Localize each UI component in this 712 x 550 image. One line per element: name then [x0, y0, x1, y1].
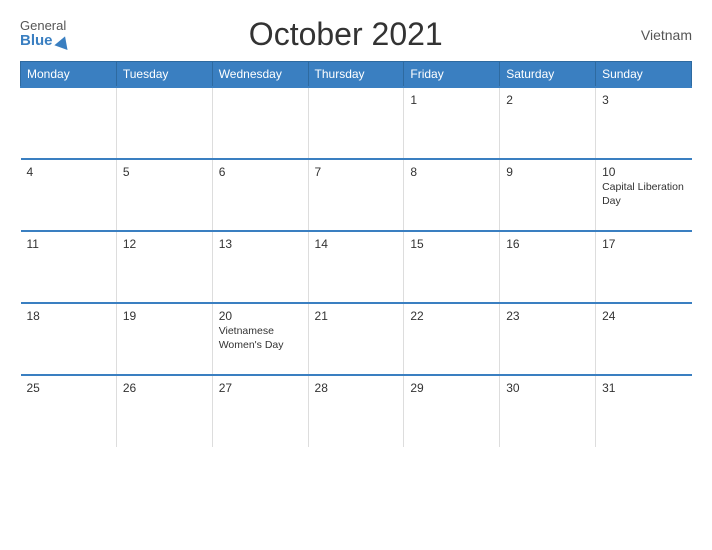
header: General Blue October 2021 Vietnam — [20, 16, 692, 53]
day-number: 11 — [27, 237, 110, 251]
table-row: 28 — [308, 375, 404, 447]
table-row: 20 Vietnamese Women's Day — [212, 303, 308, 375]
day-number: 10 — [602, 165, 685, 179]
day-number: 6 — [219, 165, 302, 179]
day-number: 2 — [506, 93, 589, 107]
day-header-monday: Monday — [21, 62, 117, 88]
calendar-page: General Blue October 2021 Vietnam Monday… — [0, 0, 712, 550]
day-number: 14 — [315, 237, 398, 251]
day-number: 7 — [315, 165, 398, 179]
day-number: 17 — [602, 237, 685, 251]
calendar-table: MondayTuesdayWednesdayThursdayFridaySatu… — [20, 61, 692, 447]
table-row: 2 — [500, 87, 596, 159]
table-row: 19 — [116, 303, 212, 375]
day-number: 1 — [410, 93, 493, 107]
event-label: Vietnamese Women's Day — [219, 325, 302, 352]
day-number: 22 — [410, 309, 493, 323]
table-row: 21 — [308, 303, 404, 375]
day-header-friday: Friday — [404, 62, 500, 88]
table-row: 11 — [21, 231, 117, 303]
day-number: 24 — [602, 309, 685, 323]
table-row: 24 — [596, 303, 692, 375]
day-header-tuesday: Tuesday — [116, 62, 212, 88]
table-row: 26 — [116, 375, 212, 447]
table-row: 7 — [308, 159, 404, 231]
table-row: 6 — [212, 159, 308, 231]
day-number: 8 — [410, 165, 493, 179]
day-number: 27 — [219, 381, 302, 395]
calendar-title: October 2021 — [70, 16, 622, 53]
logo-blue-text: Blue — [20, 33, 53, 50]
day-number: 3 — [602, 93, 685, 107]
day-header-saturday: Saturday — [500, 62, 596, 88]
table-row: 25 — [21, 375, 117, 447]
day-number: 18 — [27, 309, 110, 323]
country-label: Vietnam — [622, 27, 692, 43]
day-number: 19 — [123, 309, 206, 323]
table-row: 18 — [21, 303, 117, 375]
table-row: 14 — [308, 231, 404, 303]
table-row: 12 — [116, 231, 212, 303]
event-label: Capital Liberation Day — [602, 181, 685, 208]
table-row — [212, 87, 308, 159]
calendar-header-row: MondayTuesdayWednesdayThursdayFridaySatu… — [21, 62, 692, 88]
table-row: 17 — [596, 231, 692, 303]
day-header-thursday: Thursday — [308, 62, 404, 88]
day-number: 30 — [506, 381, 589, 395]
day-number: 12 — [123, 237, 206, 251]
table-row: 1 — [404, 87, 500, 159]
calendar-week-4: 18 19 20 Vietnamese Women's Day 21 22 23 24 — [21, 303, 692, 375]
table-row: 31 — [596, 375, 692, 447]
day-number: 28 — [315, 381, 398, 395]
logo-blue-container: Blue — [20, 33, 70, 50]
table-row: 23 — [500, 303, 596, 375]
table-row: 16 — [500, 231, 596, 303]
logo: General Blue — [20, 19, 70, 50]
table-row: 27 — [212, 375, 308, 447]
day-number: 9 — [506, 165, 589, 179]
calendar-week-1: 123 — [21, 87, 692, 159]
calendar-week-3: 11 12 13 14 15 16 17 — [21, 231, 692, 303]
table-row: 15 — [404, 231, 500, 303]
table-row — [308, 87, 404, 159]
day-header-sunday: Sunday — [596, 62, 692, 88]
day-number: 16 — [506, 237, 589, 251]
logo-general-text: General — [20, 19, 66, 33]
calendar-week-2: 456789 10 Capital Liberation Day — [21, 159, 692, 231]
day-number: 13 — [219, 237, 302, 251]
table-row: 5 — [116, 159, 212, 231]
day-header-wednesday: Wednesday — [212, 62, 308, 88]
table-row: 4 — [21, 159, 117, 231]
day-number: 15 — [410, 237, 493, 251]
day-number: 5 — [123, 165, 206, 179]
table-row — [116, 87, 212, 159]
table-row: 10 Capital Liberation Day — [596, 159, 692, 231]
day-number: 29 — [410, 381, 493, 395]
day-number: 20 — [219, 309, 302, 323]
day-number: 23 — [506, 309, 589, 323]
table-row: 8 — [404, 159, 500, 231]
day-number: 26 — [123, 381, 206, 395]
table-row: 22 — [404, 303, 500, 375]
day-number: 31 — [602, 381, 685, 395]
day-number: 4 — [27, 165, 110, 179]
day-number: 25 — [27, 381, 110, 395]
day-number: 21 — [315, 309, 398, 323]
table-row — [21, 87, 117, 159]
table-row: 13 — [212, 231, 308, 303]
table-row: 9 — [500, 159, 596, 231]
table-row: 30 — [500, 375, 596, 447]
table-row: 3 — [596, 87, 692, 159]
calendar-week-5: 25 26 27 28 29 30 31 — [21, 375, 692, 447]
table-row: 29 — [404, 375, 500, 447]
